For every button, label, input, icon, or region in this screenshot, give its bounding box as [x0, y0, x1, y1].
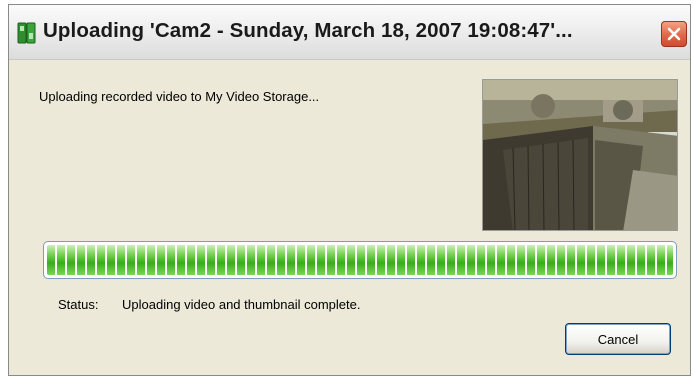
upload-progress-bar — [43, 241, 677, 279]
camera-app-icon — [17, 21, 37, 45]
upload-message: Uploading recorded video to My Video Sto… — [39, 89, 320, 104]
window-title: Uploading 'Cam2 - Sunday, March 18, 2007… — [43, 19, 573, 42]
close-button[interactable] — [661, 21, 687, 47]
title-bar[interactable]: Uploading 'Cam2 - Sunday, March 18, 2007… — [9, 5, 690, 60]
status-text: Uploading video and thumbnail complete. — [122, 297, 361, 312]
cancel-button[interactable]: Cancel — [565, 323, 671, 355]
close-icon — [667, 27, 681, 41]
progress-fill — [47, 245, 673, 275]
video-thumbnail — [482, 79, 678, 231]
upload-dialog: Uploading 'Cam2 - Sunday, March 18, 2007… — [8, 4, 691, 376]
status-label: Status: — [58, 297, 99, 312]
